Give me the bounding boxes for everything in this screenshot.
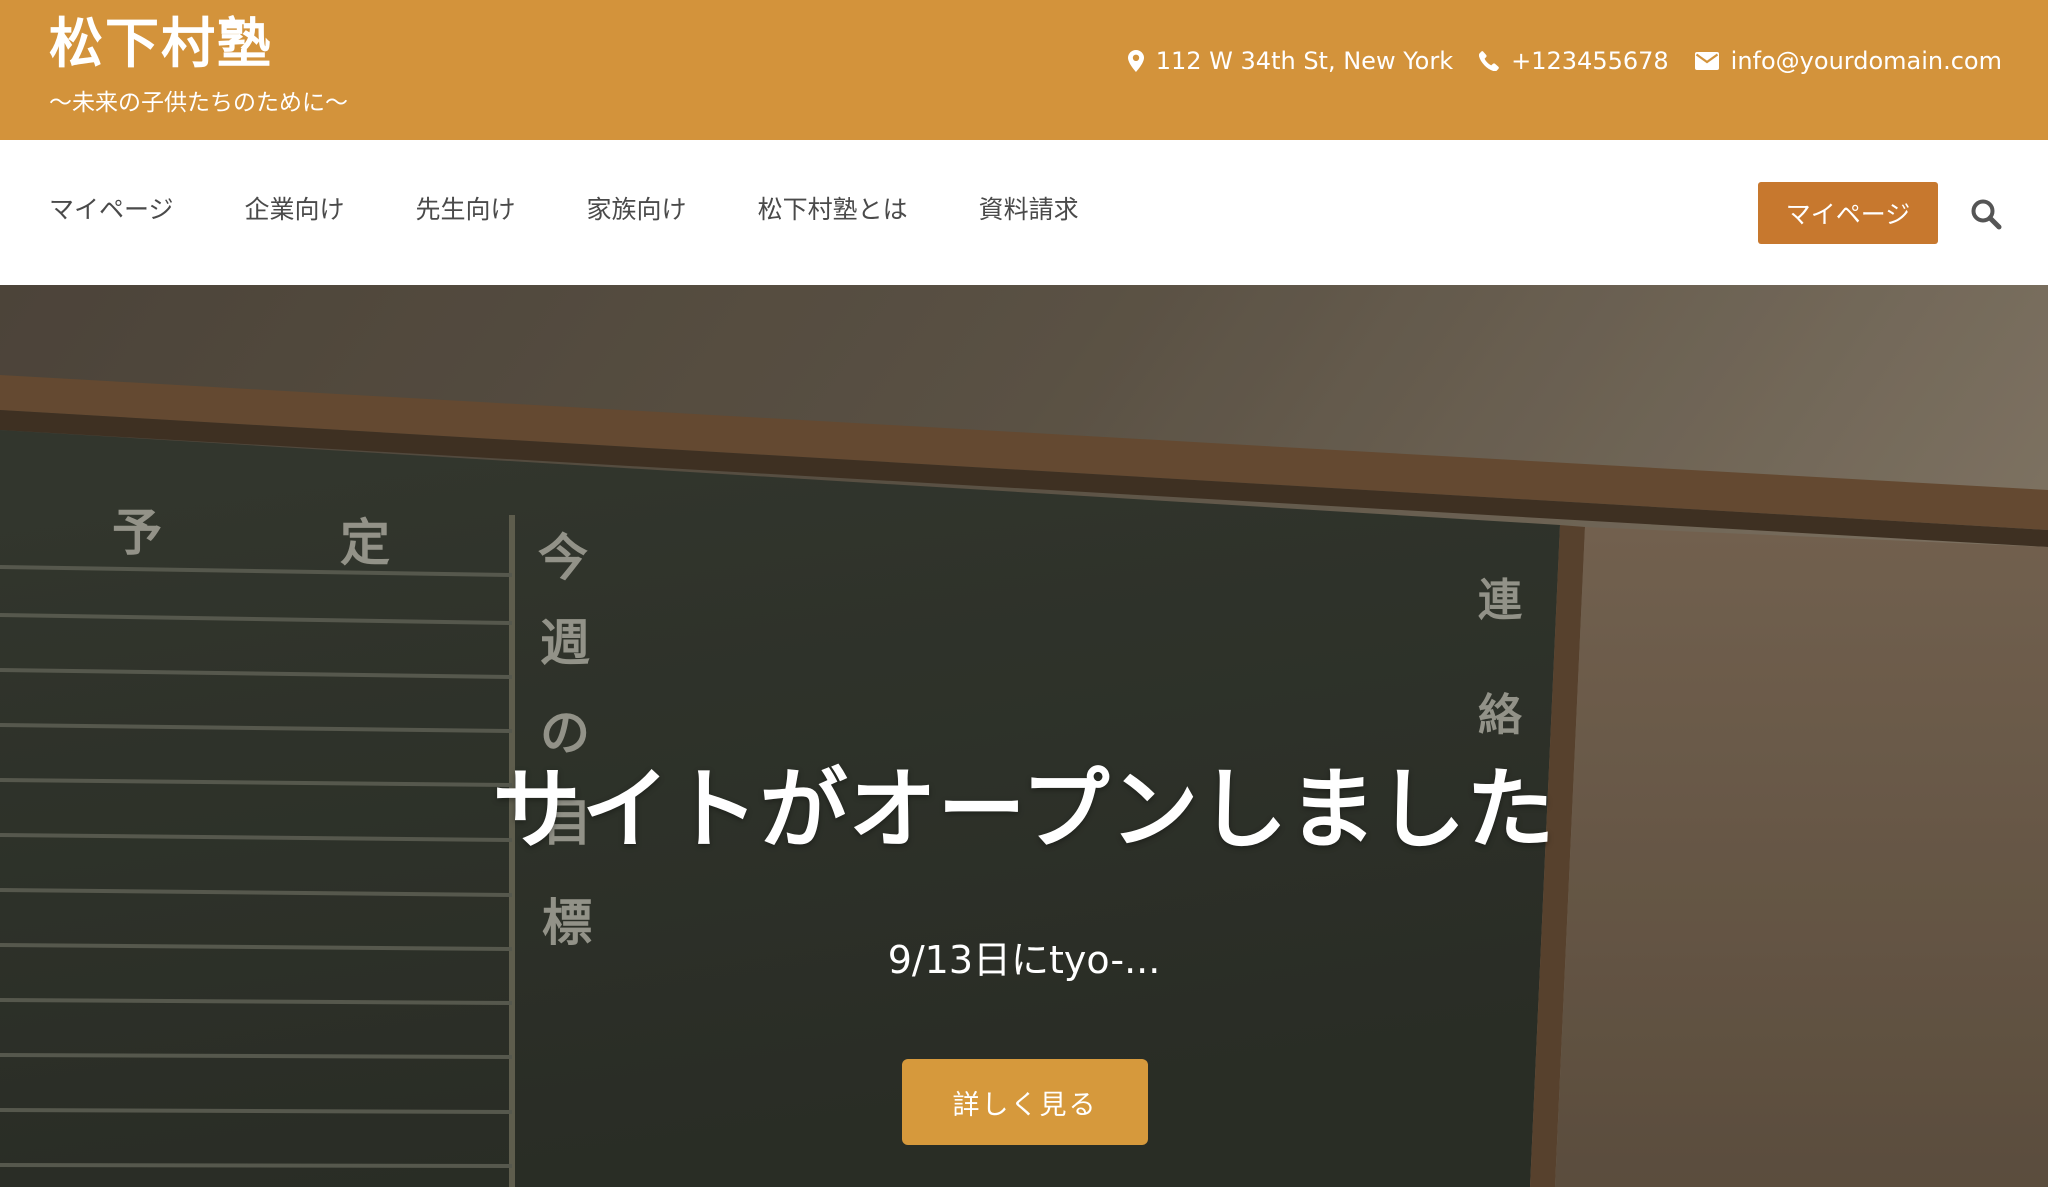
hero-subtitle: 9/13日にtyo-... [887,938,1161,982]
nav-item-about[interactable]: 松下村塾とは [758,190,908,230]
map-pin-icon [1127,50,1144,72]
hero-overlay [0,285,2048,1187]
nav-menu: マイページ 企業向け 先生向け 家族向け 松下村塾とは 資料請求 [49,190,1079,230]
envelope-icon [1694,52,1719,70]
hero-section: 予 定 今 週 の 目 標 連 絡 サイトがオープンしました 9/13日にtyo… [0,285,2048,1187]
nav-item-for-companies[interactable]: 企業向け [245,190,345,230]
site-title[interactable]: 松下村塾 [49,12,273,76]
nav-item-mypage[interactable]: マイページ [49,190,174,230]
site-tagline: 〜未来の子供たちのために〜 [49,90,348,116]
search-icon [1971,199,2002,230]
contact-address: 112 W 34th St, New York [1127,44,1454,78]
search-button[interactable] [1966,194,2006,234]
mypage-button[interactable]: マイページ [1758,182,1938,244]
read-more-button[interactable]: 詳しく見る [902,1059,1148,1145]
contact-phone[interactable]: +123455678 [1479,44,1669,78]
email-text: info@yourdomain.com [1730,47,2002,75]
top-bar: 松下村塾 〜未来の子供たちのために〜 112 W 34th St, New Yo… [0,0,2048,140]
contact-info: 112 W 34th St, New York +123455678 info@… [1127,44,2002,78]
nav-item-for-families[interactable]: 家族向け [587,190,687,230]
phone-icon [1479,51,1499,71]
address-text: 112 W 34th St, New York [1155,47,1454,75]
nav-item-request-materials[interactable]: 資料請求 [979,190,1079,230]
nav-item-for-teachers[interactable]: 先生向け [416,190,516,230]
phone-text: +123455678 [1511,47,1669,75]
main-navbar: マイページ 企業向け 先生向け 家族向け 松下村塾とは 資料請求 [0,140,2048,285]
contact-email[interactable]: info@yourdomain.com [1694,44,2002,78]
hero-title: サイトがオープンしました [492,758,1556,861]
